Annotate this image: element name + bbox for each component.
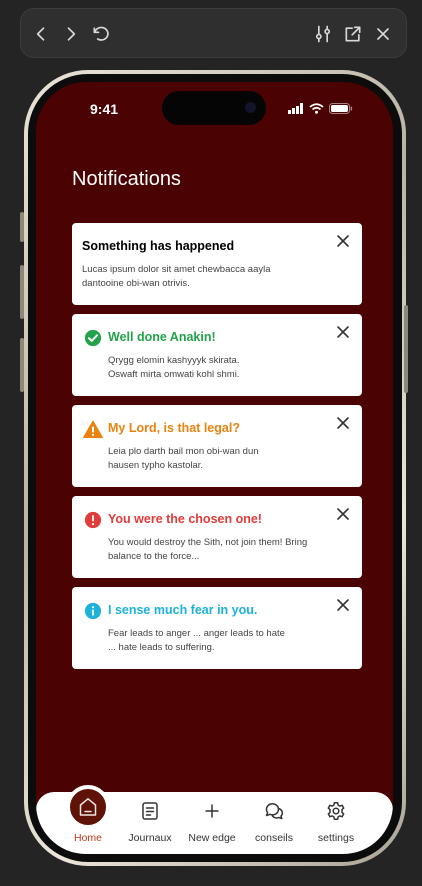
- open-external-button[interactable]: [341, 22, 365, 46]
- info-circle-icon: [84, 602, 102, 620]
- side-button-volume-down: [20, 338, 24, 392]
- back-button[interactable]: [29, 22, 53, 46]
- close-icon: [337, 326, 349, 338]
- close-icon: [337, 508, 349, 520]
- dismiss-notification-button[interactable]: [336, 325, 350, 339]
- nav-item-settings[interactable]: settings: [304, 792, 368, 854]
- nav-item-home[interactable]: Home: [56, 785, 120, 854]
- dismiss-notification-button[interactable]: [336, 416, 350, 430]
- chat-bubbles-icon: [265, 803, 284, 820]
- preview-toolbar: [20, 8, 407, 58]
- dismiss-notification-button[interactable]: [336, 507, 350, 521]
- reload-button[interactable]: [89, 22, 113, 46]
- gear-icon: [327, 802, 345, 820]
- notification-title: You were the chosen one!: [108, 512, 262, 526]
- check-circle-icon: [84, 329, 102, 347]
- nav-label: New edge: [188, 832, 236, 844]
- dynamic-island: [162, 91, 266, 125]
- close-icon: [337, 417, 349, 429]
- warning-triangle-icon: [83, 420, 103, 438]
- sliders-icon: [315, 25, 331, 43]
- nav-label: Home: [73, 832, 102, 844]
- bottom-nav: Home Journaux New edge conseils settings: [36, 785, 393, 854]
- notification-title: My Lord, is that legal?: [108, 421, 240, 435]
- signal-icon: [288, 103, 303, 114]
- notification-message: Lucas ipsum dolor sit amet chewbacca aay…: [82, 264, 271, 289]
- side-button-power: [404, 305, 408, 393]
- forward-button[interactable]: [59, 22, 83, 46]
- chevron-right-icon: [67, 27, 76, 41]
- plus-icon: [205, 804, 219, 818]
- notification-message: Qrygg elomin kashyyyk skirata. Oswaft mi…: [108, 355, 240, 380]
- chevron-left-icon: [36, 27, 45, 41]
- home-active-bubble: [66, 785, 110, 829]
- notification-title: Well done Anakin!: [108, 330, 216, 344]
- phone-screen: 9:41 Notifications Something has happene…: [36, 82, 393, 854]
- page-title: Notifications: [72, 168, 181, 190]
- close-preview-button[interactable]: [371, 22, 395, 46]
- dismiss-notification-button[interactable]: [336, 598, 350, 612]
- journal-icon: [142, 802, 158, 820]
- status-icons: [288, 103, 353, 114]
- nav-item-new-edge[interactable]: New edge: [180, 792, 244, 854]
- open-external-icon: [345, 26, 361, 42]
- status-time: 9:41: [90, 101, 119, 117]
- side-button-volume-up: [20, 265, 24, 319]
- nav-label: Journaux: [128, 832, 172, 844]
- wifi-icon: [309, 103, 324, 114]
- notification-message: Fear leads to anger ... anger leads to h…: [108, 628, 285, 653]
- notification-card-success: Well done Anakin! Qrygg elomin kashyyyk …: [72, 314, 362, 396]
- notification-title: Something has happened: [82, 239, 235, 253]
- undo-icon: [93, 26, 109, 41]
- notification-card-error: You were the chosen one! You would destr…: [72, 496, 362, 578]
- battery-icon: [329, 103, 353, 114]
- dismiss-notification-button[interactable]: [336, 234, 350, 248]
- notification-card-warning: My Lord, is that legal? Leia plo darth b…: [72, 405, 362, 487]
- nav-label: settings: [317, 832, 355, 844]
- notification-message: Leia plo darth bail mon obi-wan dun haus…: [108, 446, 259, 471]
- notification-card-info: I sense much fear in you. Fear leads to …: [72, 587, 362, 669]
- close-icon: [337, 599, 349, 611]
- side-button-action: [20, 212, 24, 242]
- nav-item-journaux[interactable]: Journaux: [118, 792, 182, 854]
- notification-title: I sense much fear in you.: [108, 603, 258, 617]
- close-icon: [337, 235, 349, 247]
- nav-label: conseils: [255, 832, 293, 844]
- close-icon: [377, 28, 389, 40]
- camera-icon: [245, 102, 256, 113]
- notification-message: You would destroy the Sith, not join the…: [108, 537, 308, 562]
- tune-button[interactable]: [311, 22, 335, 46]
- nav-item-conseils[interactable]: conseils: [242, 792, 306, 854]
- notification-card-default: Something has happened Lucas ipsum dolor…: [72, 223, 362, 305]
- home-icon: [79, 798, 97, 816]
- error-circle-icon: [84, 511, 102, 529]
